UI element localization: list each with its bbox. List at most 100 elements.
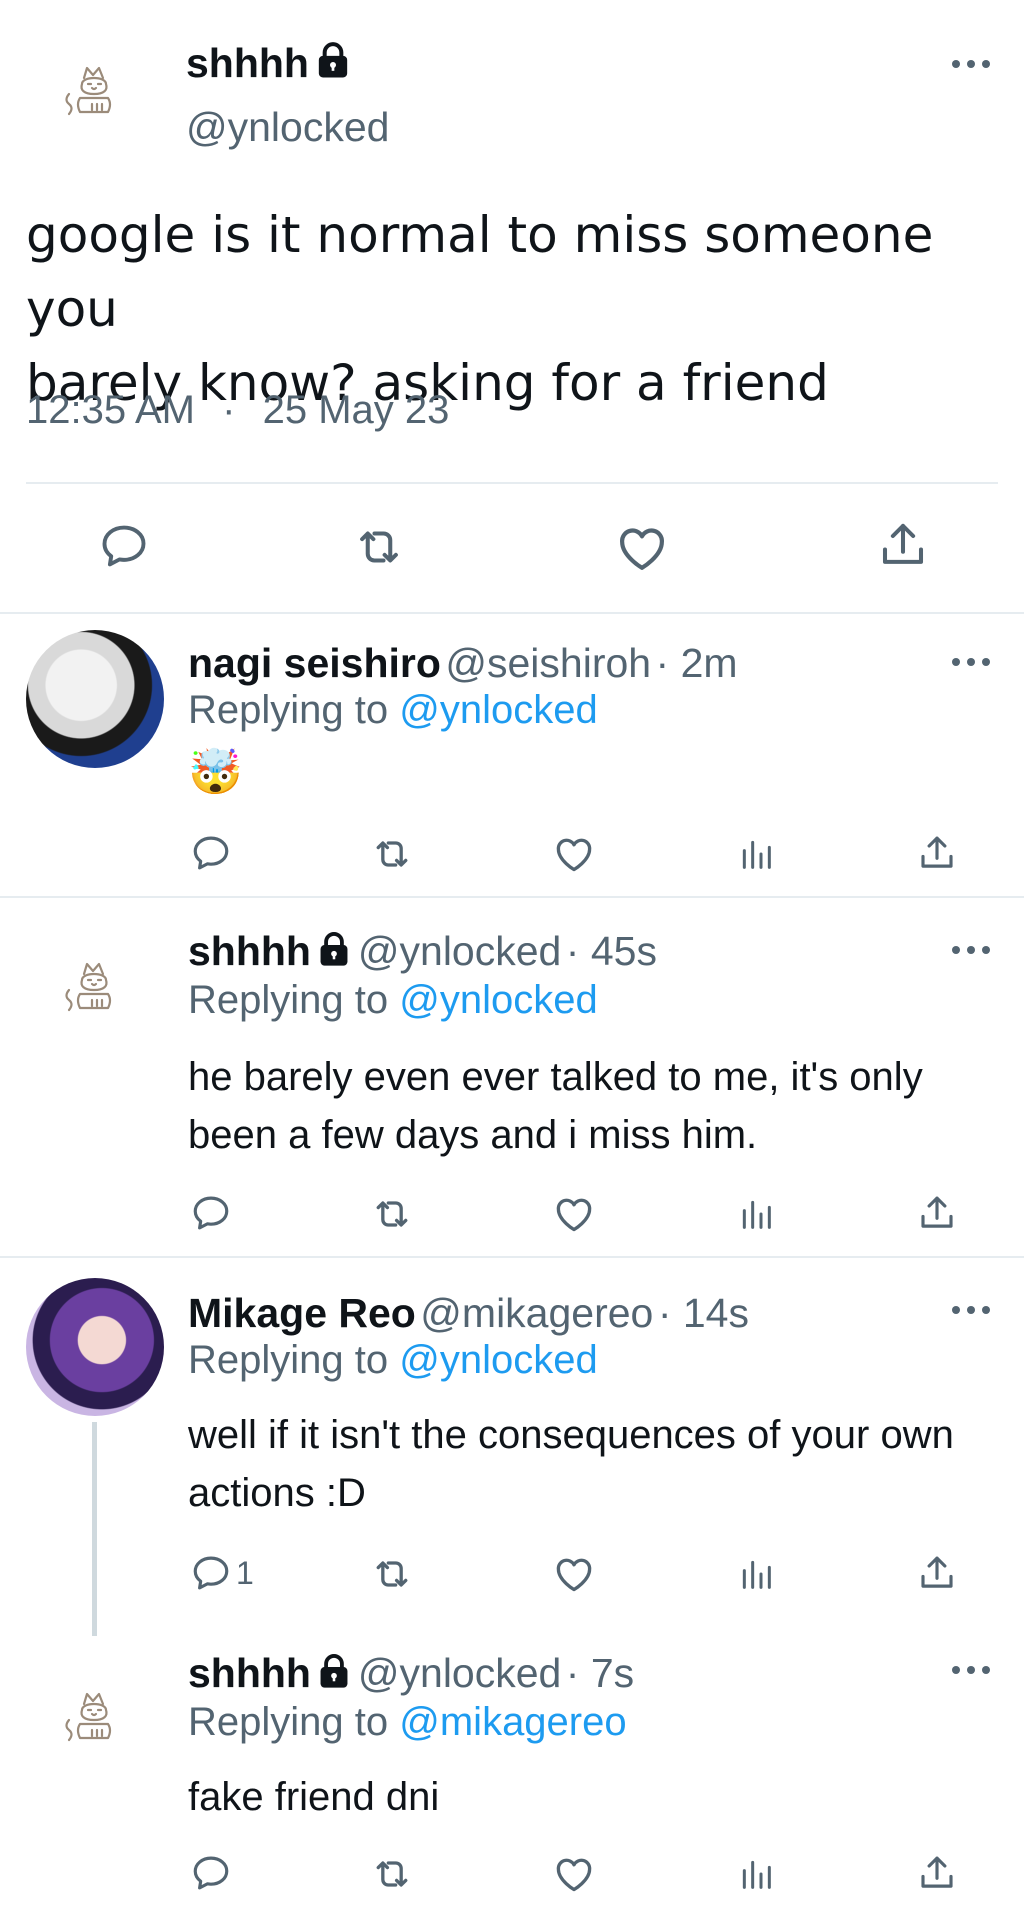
avatar[interactable] [54, 950, 134, 1030]
tweet-age: · 2m [655, 640, 738, 686]
retweet-icon [370, 1192, 414, 1236]
retweet-icon [370, 1852, 414, 1896]
share-button[interactable] [916, 1852, 958, 1894]
heart-icon [552, 1192, 596, 1236]
analytics-icon [736, 1554, 776, 1594]
tweet-text: google is it normal to miss someone you … [26, 206, 934, 412]
reply-text: well if it isn't the consequences of you… [188, 1413, 954, 1515]
replying-to: Replying to @ynlocked [188, 688, 598, 732]
user-avatar[interactable] [54, 54, 134, 134]
reply-text: fake friend dni [188, 1775, 440, 1819]
like-button[interactable] [614, 520, 670, 576]
avatar[interactable] [54, 1680, 134, 1760]
mention-link[interactable]: @ynlocked [399, 1338, 597, 1382]
share-icon [876, 518, 930, 572]
divider [26, 482, 998, 484]
mention-link[interactable]: @ynlocked [399, 688, 597, 732]
share-icon [916, 1552, 958, 1594]
more-icon[interactable] [952, 60, 990, 72]
lock-icon [313, 40, 353, 80]
lock-icon [315, 930, 353, 968]
author-handle[interactable]: @seishiroh [445, 640, 651, 686]
reply-text: he barely even ever talked to me, it's o… [188, 1055, 923, 1157]
author-row: shhhh [186, 40, 353, 87]
views-button[interactable] [736, 834, 776, 874]
author-name[interactable]: Mikage Reo [188, 1290, 416, 1336]
author-name[interactable]: nagi seishiro [188, 640, 441, 686]
tweet-age: · 7s [565, 1650, 635, 1696]
retweet-button[interactable] [370, 832, 414, 876]
heart-icon [614, 520, 670, 576]
heart-icon [552, 1852, 596, 1896]
comment-icon [190, 1852, 232, 1894]
author-name[interactable]: shhhh [188, 928, 311, 974]
author-handle[interactable]: @ynlocked [358, 1650, 561, 1696]
share-button[interactable] [916, 832, 958, 874]
retweet-button[interactable] [352, 520, 406, 574]
retweet-icon [370, 832, 414, 876]
like-button[interactable] [552, 1192, 596, 1236]
reply-count: 1 [236, 1554, 254, 1591]
comment-icon [98, 520, 150, 572]
author-handle[interactable]: @ynlocked [186, 104, 389, 151]
comment-icon [190, 832, 232, 874]
avatar[interactable] [26, 1278, 164, 1416]
tweet-age: · 14s [657, 1290, 749, 1336]
retweet-button[interactable] [370, 1552, 414, 1596]
reply-text: 🤯 [188, 748, 243, 797]
views-button[interactable] [736, 1554, 776, 1594]
more-icon[interactable] [952, 946, 990, 958]
analytics-icon [736, 1854, 776, 1894]
timestamp: 12:35 AM · 25 May 23 [26, 388, 450, 432]
replying-to: Replying to @mikagereo [188, 1700, 627, 1744]
replying-to: Replying to @ynlocked [188, 1338, 598, 1382]
reply-button[interactable] [190, 832, 232, 874]
divider [0, 896, 1024, 898]
author-name[interactable]: shhhh [186, 40, 309, 86]
views-button[interactable] [736, 1194, 776, 1234]
analytics-icon [736, 834, 776, 874]
author-row: nagi seishiro @seishiroh · 2m [188, 640, 738, 687]
share-icon [916, 1852, 958, 1894]
tweet-date[interactable]: 25 May 23 [263, 388, 450, 432]
reply-button[interactable] [190, 1192, 232, 1234]
author-row: Mikage Reo @mikagereo · 14s [188, 1290, 749, 1337]
views-button[interactable] [736, 1854, 776, 1894]
divider [0, 612, 1024, 614]
share-button[interactable] [876, 518, 930, 572]
author-handle[interactable]: @mikagereo [420, 1290, 653, 1336]
heart-icon [552, 1552, 596, 1596]
comment-icon [190, 1192, 232, 1234]
share-icon [916, 832, 958, 874]
lock-icon [315, 1652, 353, 1690]
tweet-time[interactable]: 12:35 AM [26, 388, 195, 432]
share-button[interactable] [916, 1552, 958, 1594]
like-button[interactable] [552, 1552, 596, 1596]
more-icon[interactable] [952, 1666, 990, 1678]
more-icon[interactable] [952, 1306, 990, 1318]
retweet-icon [352, 520, 406, 574]
like-button[interactable] [552, 832, 596, 876]
comment-icon [190, 1552, 232, 1594]
mention-link[interactable]: @ynlocked [399, 978, 597, 1022]
like-button[interactable] [552, 1852, 596, 1896]
more-icon[interactable] [952, 658, 990, 670]
retweet-button[interactable] [370, 1192, 414, 1236]
retweet-icon [370, 1552, 414, 1596]
author-row: shhhh @ynlocked · 7s [188, 1650, 634, 1697]
author-name[interactable]: shhhh [188, 1650, 311, 1696]
mention-link[interactable]: @mikagereo [399, 1700, 626, 1744]
reply-button[interactable]: 1 [190, 1552, 254, 1594]
retweet-button[interactable] [370, 1852, 414, 1896]
share-button[interactable] [916, 1192, 958, 1234]
share-icon [916, 1192, 958, 1234]
reply-button[interactable] [98, 520, 150, 572]
author-row: shhhh @ynlocked · 45s [188, 928, 657, 975]
replying-to: Replying to @ynlocked [188, 978, 598, 1022]
reply-button[interactable] [190, 1852, 232, 1894]
avatar[interactable] [26, 630, 164, 768]
author-handle[interactable]: @ynlocked [358, 928, 561, 974]
divider [0, 1256, 1024, 1258]
analytics-icon [736, 1194, 776, 1234]
heart-icon [552, 832, 596, 876]
